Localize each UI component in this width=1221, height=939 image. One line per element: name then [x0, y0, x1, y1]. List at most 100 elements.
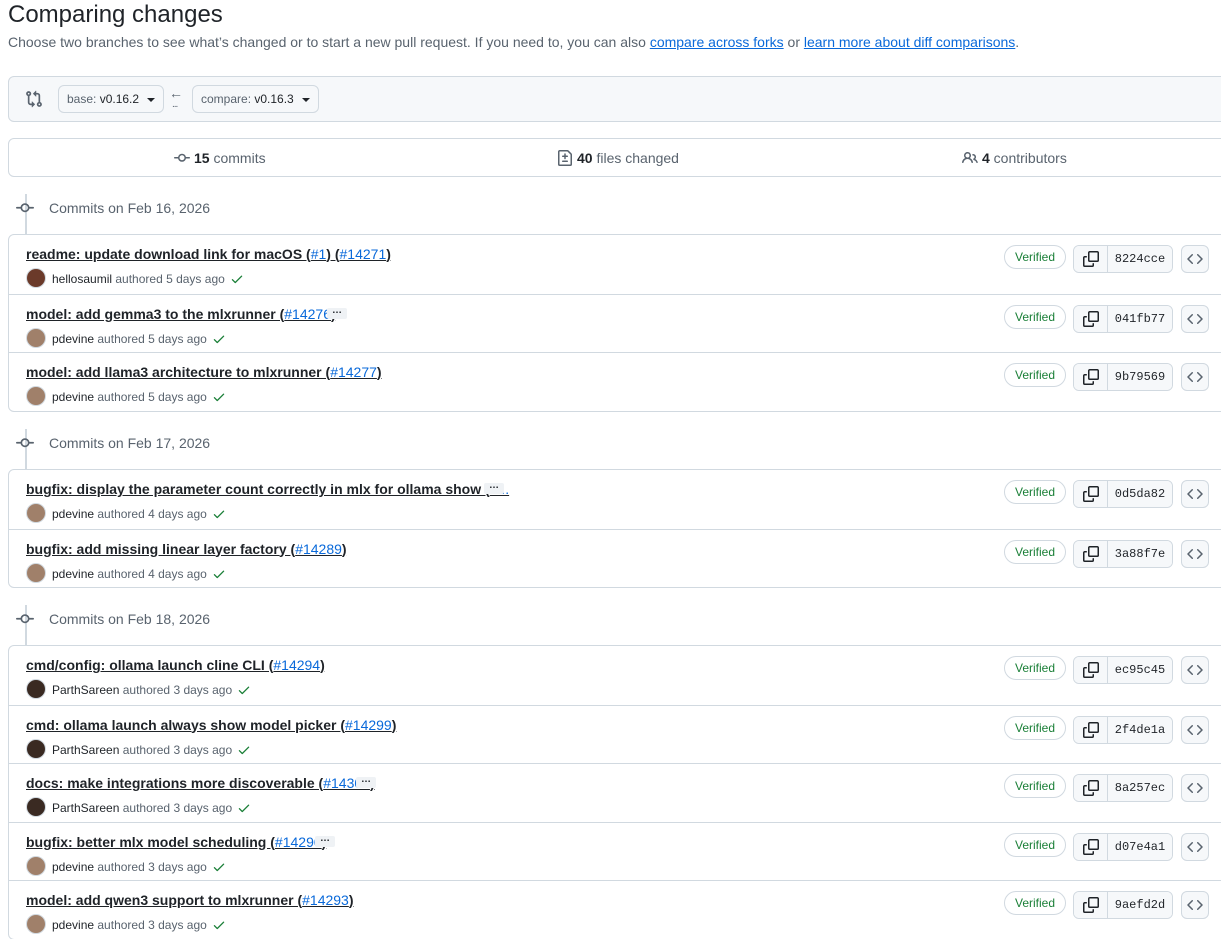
commit-sha-link[interactable]: 9aefd2d — [1108, 892, 1172, 918]
author-link[interactable]: ParthSareen — [52, 801, 119, 815]
avatar[interactable] — [26, 503, 46, 523]
commit-title-link[interactable]: cmd: ollama launch always show model pic… — [26, 716, 396, 734]
author-link[interactable]: pdevine — [52, 332, 94, 346]
browse-repo-button[interactable] — [1181, 363, 1209, 391]
verified-badge[interactable]: Verified — [1004, 891, 1067, 915]
browse-repo-button[interactable] — [1181, 774, 1209, 802]
avatar[interactable] — [26, 738, 46, 759]
commit-title-link[interactable]: model: add qwen3 support to mlxrunner (#… — [26, 891, 354, 909]
avatar[interactable] — [26, 855, 46, 876]
copy-sha-button[interactable] — [1074, 657, 1108, 683]
author-link[interactable]: pdevine — [52, 507, 94, 521]
browse-repo-button[interactable] — [1181, 480, 1209, 508]
compare-forks-link[interactable]: compare across forks — [650, 34, 784, 50]
expand-message-button[interactable]: … — [327, 305, 347, 319]
commit-sha-link[interactable]: 9b79569 — [1108, 364, 1172, 390]
copy-sha-button[interactable] — [1074, 833, 1108, 860]
browse-repo-button[interactable] — [1181, 715, 1209, 744]
commit-title-link[interactable]: bugfix: display the parameter count corr… — [26, 480, 509, 498]
browse-repo-button[interactable] — [1181, 539, 1209, 568]
verified-badge[interactable]: Verified — [1004, 774, 1067, 798]
contributors-tab[interactable]: 4 contributors — [962, 150, 1067, 166]
expand-message-button[interactable]: … — [484, 481, 504, 494]
commit-title-link[interactable]: model: add llama3 architecture to mlxrun… — [26, 363, 382, 381]
copy-sha-button[interactable] — [1074, 892, 1108, 918]
author-link[interactable]: ParthSareen — [52, 743, 119, 757]
author-link[interactable]: ParthSareen — [52, 683, 119, 697]
check-icon[interactable] — [212, 390, 226, 404]
browse-repo-button[interactable] — [1181, 832, 1209, 861]
pull-request-link[interactable]: #14293 — [302, 892, 349, 908]
commits-tab[interactable]: 15 commits — [174, 150, 266, 166]
avatar[interactable] — [26, 914, 46, 934]
expand-message-button[interactable]: … — [315, 833, 335, 847]
verified-badge[interactable]: Verified — [1004, 480, 1067, 504]
verified-badge[interactable]: Verified — [1004, 656, 1067, 680]
commit-title-link[interactable]: docs: make integrations more discoverabl… — [26, 774, 375, 792]
commit-sha-link[interactable]: d07e4a1 — [1108, 833, 1172, 860]
commit-title-link[interactable]: bugfix: add missing linear layer factory… — [26, 540, 347, 558]
commit-sha-link[interactable]: 2f4de1a — [1108, 716, 1172, 743]
verified-badge[interactable]: Verified — [1004, 715, 1067, 740]
author-link[interactable]: pdevine — [52, 390, 94, 404]
avatar[interactable] — [26, 386, 46, 406]
browse-repo-button[interactable] — [1181, 656, 1209, 684]
check-icon[interactable] — [237, 743, 251, 757]
pull-request-link[interactable]: #14294 — [273, 657, 320, 673]
check-icon[interactable] — [212, 567, 226, 581]
pull-request-link[interactable]: #14277 — [330, 364, 377, 380]
browse-repo-button[interactable] — [1181, 304, 1209, 333]
verified-badge[interactable]: Verified — [1004, 539, 1067, 564]
verified-badge[interactable]: Verified — [1004, 363, 1067, 387]
check-icon[interactable] — [212, 507, 226, 521]
verified-badge[interactable]: Verified — [1004, 245, 1067, 269]
compare-branch-select[interactable]: compare: v0.16.3 — [192, 85, 319, 113]
check-icon[interactable] — [237, 683, 251, 697]
copy-sha-button[interactable] — [1074, 364, 1108, 390]
author-link[interactable]: pdevine — [52, 860, 94, 874]
commit-sha-link[interactable]: 0d5da82 — [1108, 481, 1172, 507]
avatar[interactable] — [26, 797, 46, 817]
copy-sha-button[interactable] — [1074, 540, 1108, 567]
browse-repo-button[interactable] — [1181, 245, 1209, 273]
verified-badge[interactable]: Verified — [1004, 832, 1067, 857]
check-icon[interactable] — [212, 860, 226, 874]
copy-sha-button[interactable] — [1074, 716, 1108, 743]
commit-title-link[interactable]: model: add gemma3 to the mlxrunner (#142… — [26, 305, 336, 323]
pull-request-link[interactable]: #14289 — [295, 541, 342, 557]
base-branch-select[interactable]: base: v0.16.2 — [58, 85, 165, 113]
check-icon[interactable] — [212, 332, 226, 346]
check-icon[interactable] — [212, 918, 226, 932]
expand-message-button[interactable]: … — [356, 775, 376, 788]
copy-sha-button[interactable] — [1074, 775, 1108, 801]
commit-message: model: add llama3 architecture to mlxrun… — [26, 364, 331, 380]
pull-request-link[interactable]: #14299 — [345, 717, 392, 733]
pull-request-link[interactable]: #14276 — [284, 306, 331, 322]
commit-sha-link[interactable]: ec95c45 — [1108, 657, 1172, 683]
author-link[interactable]: hellosaumil — [52, 272, 112, 286]
avatar[interactable] — [26, 562, 46, 583]
pull-request-link[interactable]: #14271 — [340, 246, 387, 262]
check-icon[interactable] — [230, 272, 244, 286]
commit-sha-link[interactable]: 8a257ec — [1108, 775, 1172, 801]
avatar[interactable] — [26, 679, 46, 699]
avatar[interactable] — [26, 268, 46, 288]
verified-badge[interactable]: Verified — [1004, 304, 1067, 329]
avatar[interactable] — [26, 327, 46, 348]
commit-sha-link[interactable]: 8224cce — [1108, 246, 1172, 272]
author-link[interactable]: pdevine — [52, 567, 94, 581]
check-icon[interactable] — [237, 801, 251, 815]
commit-sha-link[interactable]: 3a88f7e — [1108, 540, 1172, 567]
commit-title-link[interactable]: readme: update download link for macOS (… — [26, 245, 391, 263]
commit-title-link[interactable]: bugfix: better mlx model scheduling (#14… — [26, 833, 326, 851]
files-changed-tab[interactable]: 40 files changed — [557, 150, 679, 166]
issue-link[interactable]: #1 — [311, 246, 327, 262]
learn-more-link[interactable]: learn more about diff comparisons — [804, 34, 1015, 50]
commit-title-link[interactable]: cmd/config: ollama launch cline CLI (#14… — [26, 656, 325, 674]
copy-sha-button[interactable] — [1074, 305, 1108, 332]
copy-sha-button[interactable] — [1074, 481, 1108, 507]
author-link[interactable]: pdevine — [52, 918, 94, 932]
commit-sha-link[interactable]: 041fb77 — [1108, 305, 1172, 332]
copy-sha-button[interactable] — [1074, 246, 1108, 272]
browse-repo-button[interactable] — [1181, 891, 1209, 919]
